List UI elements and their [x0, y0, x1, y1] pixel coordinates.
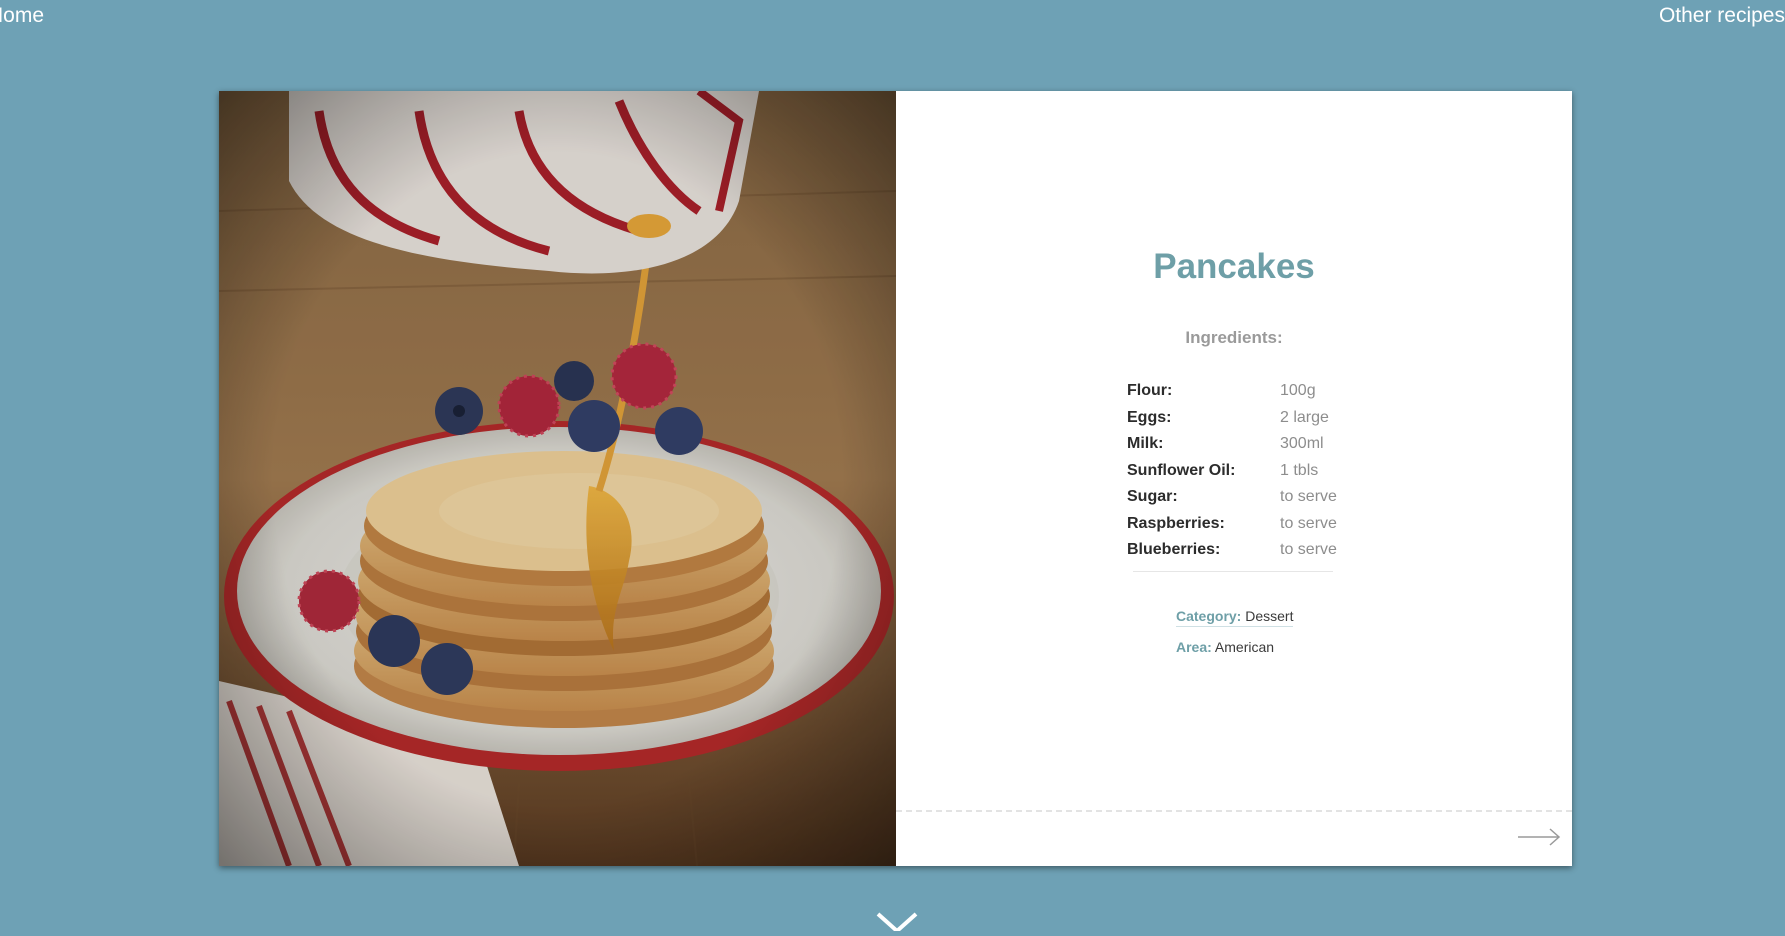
ingredient-measure: 2 large [1280, 408, 1329, 426]
ingredient-name: Sunflower Oil: [1127, 461, 1236, 479]
category-underline: Category: Dessert [1176, 608, 1294, 627]
footer-dashed-divider [896, 810, 1572, 812]
ingredient-measure: to serve [1280, 488, 1337, 506]
ingredient-row: Flour: 100g [1127, 378, 1337, 405]
ingredient-name: Blueberries: [1127, 541, 1221, 559]
area-value: American [1214, 639, 1275, 655]
ingredient-measure: 1 tbls [1280, 461, 1319, 479]
arrow-right-icon[interactable] [1517, 826, 1561, 848]
ingredients-heading: Ingredients: [1185, 328, 1283, 347]
ingredient-row: Eggs: 2 large [1127, 405, 1337, 432]
ingredients-list: Flour: 100g Eggs: 2 large Milk: 300ml Su… [1127, 378, 1337, 564]
ingredient-name: Eggs: [1127, 408, 1172, 426]
ingredient-row: Milk: 300ml [1127, 431, 1337, 458]
recipe-photo [219, 91, 896, 866]
area-label: Area: [1176, 639, 1212, 655]
nav-other-recipes-link[interactable]: Other recipes [1659, 4, 1785, 28]
nav-home-link[interactable]: Home [0, 4, 44, 28]
ingredient-measure: 300ml [1280, 435, 1324, 453]
recipe-title: Pancakes [1153, 247, 1315, 286]
ingredient-name: Raspberries: [1127, 514, 1225, 532]
ingredient-name: Flour: [1127, 382, 1173, 400]
recipe-card: Pancakes Ingredients: Flour: 100g Eggs: … [219, 91, 1572, 866]
ingredient-measure: to serve [1280, 514, 1337, 532]
ingredient-measure: 100g [1280, 382, 1316, 400]
ingredient-row: Blueberries: to serve [1127, 537, 1337, 564]
ingredient-row: Sunflower Oil: 1 tbls [1127, 458, 1337, 485]
ingredient-row: Sugar: to serve [1127, 484, 1337, 511]
ingredient-name: Sugar: [1127, 488, 1178, 506]
chevron-down-icon[interactable] [875, 911, 919, 934]
ingredient-name: Milk: [1127, 435, 1164, 453]
ingredient-row: Raspberries: to serve [1127, 511, 1337, 538]
category-value: Dessert [1245, 608, 1294, 624]
ingredient-measure: to serve [1280, 541, 1337, 559]
ingredients-divider [1133, 571, 1333, 572]
category-label: Category: [1176, 608, 1242, 624]
area-line: Area: American [1176, 639, 1274, 655]
recipe-info-panel: Pancakes Ingredients: Flour: 100g Eggs: … [896, 91, 1572, 866]
category-line: Category: Dessert [1176, 608, 1294, 627]
